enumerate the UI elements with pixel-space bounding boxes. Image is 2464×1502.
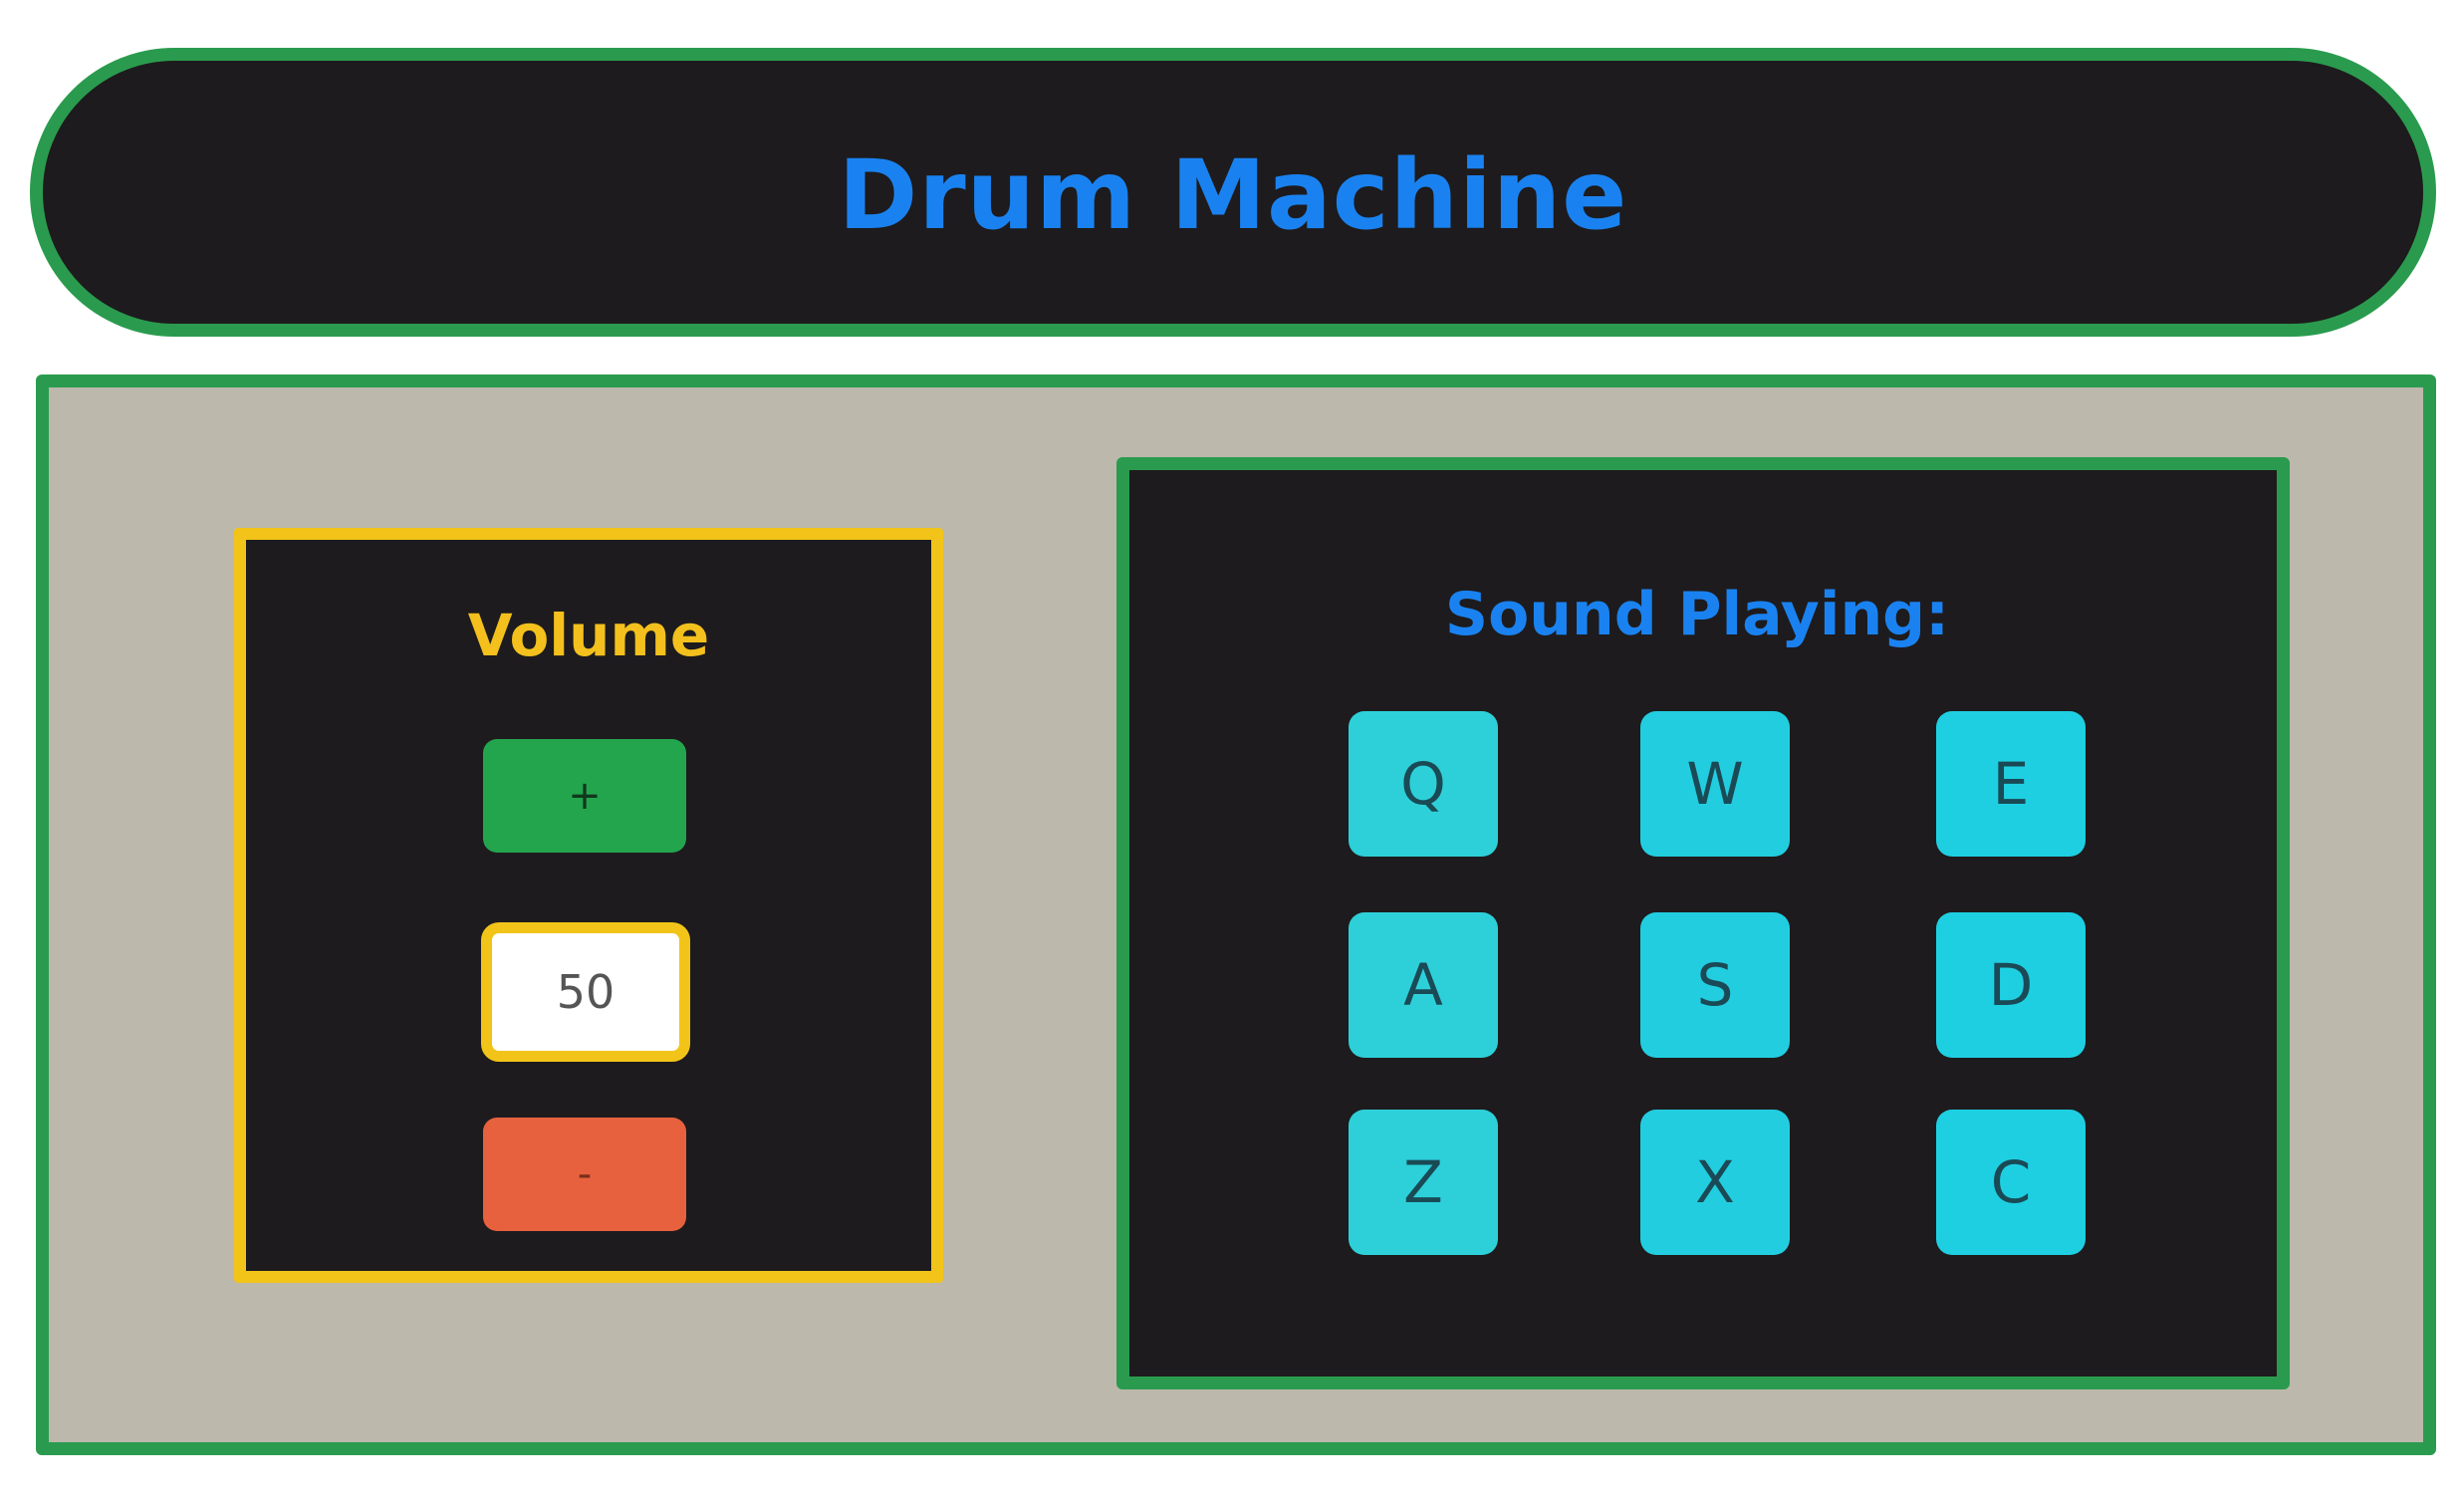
drum-pad-c[interactable]: C (1936, 1110, 2086, 1255)
volume-panel: Volume + 50 - (234, 528, 943, 1283)
drum-pad-e[interactable]: E (1936, 711, 2086, 857)
volume-increase-button[interactable]: + (483, 739, 686, 853)
drum-pad-d[interactable]: D (1936, 912, 2086, 1058)
main-panel: Volume + 50 - Sound Playing: Q W E A S D… (36, 375, 2436, 1455)
drum-pad-x[interactable]: X (1640, 1110, 1790, 1255)
drum-pad-panel: Sound Playing: Q W E A S D Z X C (1116, 457, 2290, 1389)
plus-icon: + (568, 773, 602, 819)
minus-icon: - (577, 1151, 593, 1197)
sound-playing-label: Sound Playing: (1444, 580, 1950, 649)
volume-decrease-button[interactable]: - (483, 1118, 686, 1231)
volume-value-field[interactable]: 50 (481, 922, 690, 1062)
drum-pad-a[interactable]: A (1349, 912, 1498, 1058)
drum-pad-z[interactable]: Z (1349, 1110, 1498, 1255)
drum-pad-w[interactable]: W (1640, 711, 1790, 857)
header-bar: Drum Machine (30, 48, 2436, 337)
sound-playing-display: Sound Playing: (1129, 580, 2277, 649)
drum-pad-s[interactable]: S (1640, 912, 1790, 1058)
drum-pad-q[interactable]: Q (1349, 711, 1498, 857)
volume-title: Volume (467, 602, 710, 669)
app-title: Drum Machine (838, 139, 1628, 251)
